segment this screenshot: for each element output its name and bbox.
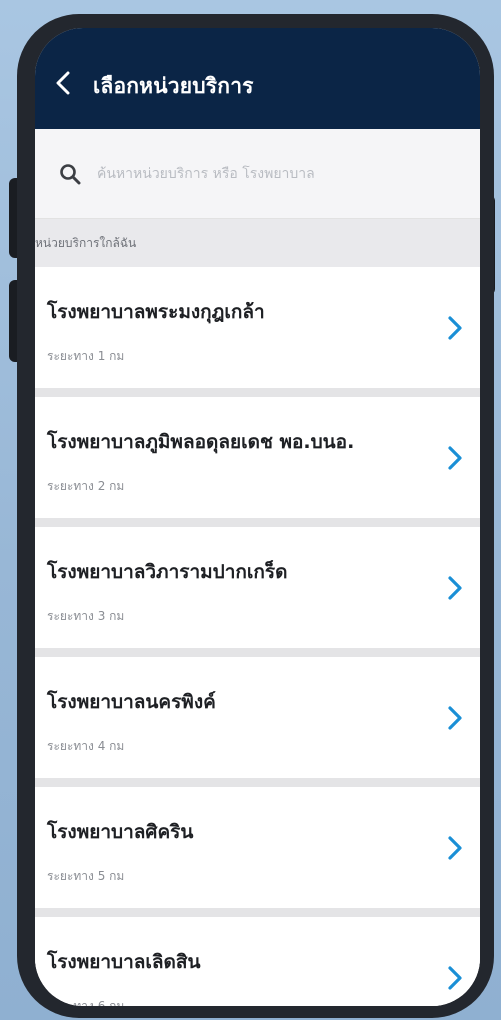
page-title: เลือกหน่วยบริการ bbox=[93, 74, 254, 98]
chevron-left-icon bbox=[56, 71, 70, 95]
phone-screen: เลือกหน่วยบริการ หน่วยบริการใกล้ฉัน โรงพ… bbox=[35, 28, 480, 1006]
hospital-distance: ระยะทาง 5 กม bbox=[47, 869, 125, 883]
chevron-right-icon bbox=[444, 965, 466, 991]
chevron-right-icon bbox=[444, 315, 466, 341]
hospital-distance: ระยะทาง 3 กม bbox=[47, 609, 125, 623]
phone-frame: เลือกหน่วยบริการ หน่วยบริการใกล้ฉัน โรงพ… bbox=[17, 14, 494, 1018]
list-item[interactable]: โรงพยาบาลนครพิงค์ ระยะทาง 4 กม bbox=[35, 657, 480, 778]
search-input[interactable] bbox=[95, 164, 425, 183]
chevron-right-icon bbox=[444, 575, 466, 601]
hospital-list: โรงพยาบาลพระมงกุฎเกล้า ระยะทาง 1 กม โรงพ… bbox=[35, 267, 480, 1006]
hospital-distance: ระยะทาง 2 กม bbox=[47, 479, 125, 493]
hospital-distance: ระยะทาง 1 กม bbox=[47, 349, 125, 363]
list-item[interactable]: โรงพยาบาลภูมิพลอดุลยเดช พอ.บนอ. ระยะทาง … bbox=[35, 397, 480, 518]
hospital-name: โรงพยาบาลศิคริน bbox=[47, 821, 194, 843]
chevron-right-icon bbox=[444, 445, 466, 471]
hospital-distance: ระยะทาง 4 กม bbox=[47, 739, 125, 753]
hospital-name: โรงพยาบาลภูมิพลอดุลยเดช พอ.บนอ. bbox=[47, 431, 355, 453]
search-bar[interactable] bbox=[35, 129, 480, 219]
section-title: หน่วยบริการใกล้ฉัน bbox=[35, 219, 480, 267]
back-button[interactable] bbox=[39, 63, 87, 103]
list-item[interactable]: โรงพยาบาลวิภารามปากเกร็ด ระยะทาง 3 กม bbox=[35, 527, 480, 648]
app-header: เลือกหน่วยบริการ bbox=[35, 28, 480, 129]
search-icon bbox=[57, 161, 83, 187]
list-item[interactable]: โรงพยาบาลศิคริน ระยะทาง 5 กม bbox=[35, 787, 480, 908]
hospital-name: โรงพยาบาลวิภารามปากเกร็ด bbox=[47, 561, 288, 583]
hospital-name: โรงพยาบาลนครพิงค์ bbox=[47, 691, 216, 713]
hospital-name: โรงพยาบาลพระมงกุฎเกล้า bbox=[47, 301, 265, 323]
chevron-right-icon bbox=[444, 705, 466, 731]
list-item[interactable]: โรงพยาบาลพระมงกุฎเกล้า ระยะทาง 1 กม bbox=[35, 267, 480, 388]
hospital-distance: ระยะทาง 6 กม bbox=[47, 999, 125, 1006]
list-item[interactable]: โรงพยาบาลเลิดสิน ระยะทาง 6 กม bbox=[35, 917, 480, 1006]
hospital-name: โรงพยาบาลเลิดสิน bbox=[47, 951, 201, 973]
chevron-right-icon bbox=[444, 835, 466, 861]
